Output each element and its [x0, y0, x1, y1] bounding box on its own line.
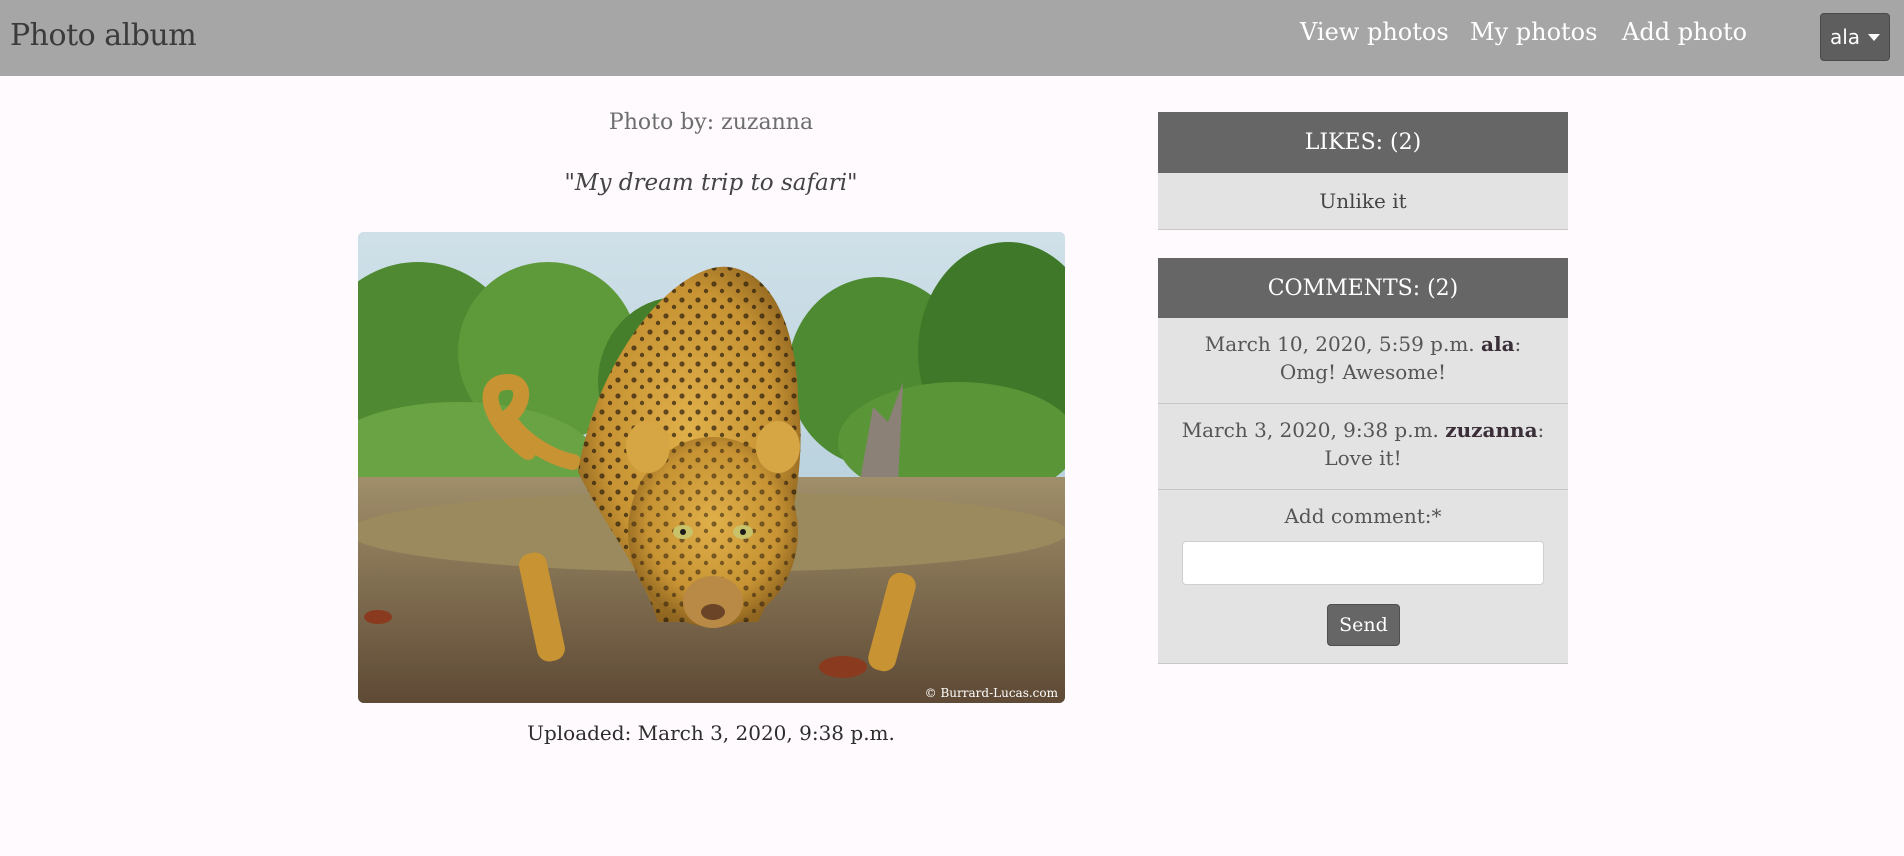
comment-date: March 10, 2020, 5:59 p.m. — [1204, 332, 1482, 356]
comment-item: March 10, 2020, 5:59 p.m. ala: Omg! Awes… — [1158, 318, 1568, 404]
user-menu-button[interactable]: ala — [1820, 13, 1890, 61]
caret-down-icon — [1868, 33, 1881, 41]
likes-header: LIKES: (2) — [1158, 112, 1568, 173]
comment-date: March 3, 2020, 9:38 p.m. — [1181, 418, 1446, 442]
comment-author: zuzanna — [1445, 418, 1538, 442]
nav-view-photos[interactable]: View photos — [1300, 18, 1449, 46]
unlike-button[interactable]: Unlike it — [1158, 173, 1568, 230]
comment-input[interactable] — [1182, 541, 1544, 585]
photo-watermark: © Burrard-Lucas.com — [925, 686, 1059, 700]
nav-my-photos[interactable]: My photos — [1470, 18, 1597, 46]
user-menu-label: ala — [1829, 25, 1861, 49]
nav-add-photo[interactable]: Add photo — [1622, 18, 1747, 46]
photo-author: Photo by: zuzanna — [608, 110, 814, 135]
upload-date: Uploaded: March 3, 2020, 9:38 p.m. — [527, 721, 895, 745]
photo-title: "My dream trip to safari" — [564, 170, 858, 196]
send-button[interactable]: Send — [1327, 604, 1400, 646]
comment-item: March 3, 2020, 9:38 p.m. zuzanna: Love i… — [1158, 404, 1568, 490]
add-comment-label: Add comment:* — [1284, 504, 1442, 528]
comments-header: COMMENTS: (2) — [1158, 258, 1568, 319]
comment-author: ala — [1481, 332, 1515, 356]
brand-logo[interactable]: Photo album — [10, 18, 197, 53]
top-navbar: Photo album View photos My photos Add ph… — [0, 0, 1904, 76]
add-comment-form: Add comment:* Send — [1158, 490, 1568, 664]
photo-image: © Burrard-Lucas.com — [358, 232, 1065, 703]
